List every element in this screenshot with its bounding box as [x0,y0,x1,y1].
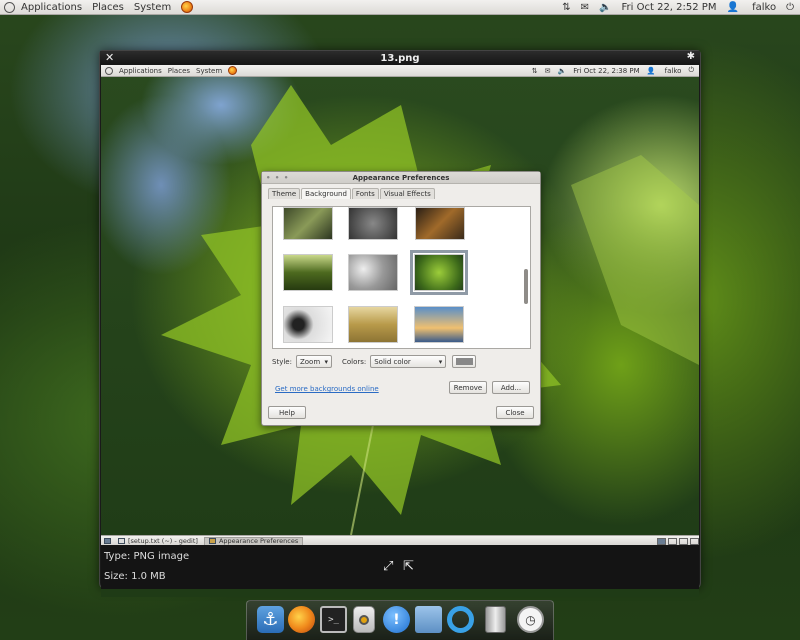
music-player-icon[interactable] [353,606,375,633]
taskbar-item-appearance-label: Appearance Preferences [218,537,299,545]
style-row: Style: Zoom ▾ Colors: Solid color ▾ [272,355,477,368]
power-icon[interactable]: ⏻ [786,2,794,13]
show-desktop-icon [104,538,111,544]
chevron-down-icon: ▾ [324,357,328,366]
style-value: Zoom [299,357,321,366]
wallpaper-thumb [348,207,398,240]
close-button-label: Close [505,408,525,417]
image-viewer-window: ✕ 13.png ✱ Applications Places System ⇅ … [99,50,701,597]
style-label: Style: [272,357,292,366]
dialog-title: Appearance Preferences [352,174,450,182]
menu-places[interactable]: Places [92,2,124,13]
dock: ⚓ >_ ! ◷ [246,600,554,640]
share-icon[interactable]: ⇱ [403,559,414,574]
inner-volume-icon: 🔈 [557,66,567,75]
inner-user: 👤 falko [646,66,682,75]
colors-select: Solid color ▾ [370,355,447,368]
gear-icon[interactable]: ✱ [687,51,695,62]
fullscreen-icon[interactable]: ⤢ [383,559,393,574]
tab-theme: Theme [268,188,301,199]
gallery-scrollbar [524,269,528,304]
workspace-2 [668,537,677,545]
clock-datetime[interactable]: Fri Oct 22, 2:52 PM [622,2,717,13]
background-gallery [272,206,531,349]
folder-icon[interactable] [415,606,442,633]
user-menu[interactable]: 👤 falko [726,2,776,13]
tab-background: Background [301,188,351,199]
appearance-icon [208,538,216,544]
add-button-label: Add... [500,383,522,392]
viewer-title: 13.png [380,52,420,64]
help-button-label: Help [279,408,295,417]
close-icon[interactable]: ✕ [105,51,114,64]
wallpaper-thumb [348,306,398,343]
wallpaper-thumb [348,254,398,291]
mail-icon[interactable]: ✉ [581,2,589,13]
ubuntu-logo-icon[interactable] [4,1,15,13]
remove-button: Remove [449,381,487,394]
viewer-info-bar: Type: PNG image Size: 1.0 MB ⤢ ⇱ [101,545,699,589]
ring-icon[interactable] [447,606,474,633]
wallpaper-thumb [283,207,333,240]
remove-button-label: Remove [453,383,483,392]
colors-value: Solid color [374,357,411,366]
wallpaper-thumb [283,254,333,291]
firefox-icon[interactable] [288,606,315,633]
image-size: Size: 1.0 MB [104,571,166,582]
firefox-launcher-icon[interactable] [181,1,194,13]
inner-ubuntu-logo-icon [105,66,113,75]
inner-top-panel: Applications Places System ⇅ ✉ 🔈 Fri Oct… [101,65,699,77]
inner-network-icon: ⇅ [531,66,538,75]
anchor-icon[interactable]: ⚓ [257,606,284,633]
wallpaper-thumb [415,207,465,240]
close-button: Close [496,406,534,419]
inner-firefox-icon [228,66,238,75]
menu-system[interactable]: System [134,2,171,13]
help-button: Help [268,406,306,419]
dialog-titlebar: • • • Appearance Preferences [262,172,540,184]
wallpaper-thumb [283,306,333,343]
clock-icon[interactable]: ◷ [517,606,544,633]
user-name: falko [752,1,777,13]
chevron-down-icon: ▾ [438,357,443,366]
workspace-3 [679,537,688,545]
colors-label: Colors: [341,357,367,366]
trash-icon[interactable] [485,606,506,633]
viewer-titlebar: ✕ 13.png ✱ [100,51,700,65]
window-controls-icon: • • • [266,174,290,182]
volume-icon[interactable]: 🔈 [599,2,611,13]
get-more-backgrounds-link: Get more backgrounds online [275,385,379,393]
trash-applet-icon [690,537,699,545]
network-arrows-icon[interactable]: ⇅ [562,2,570,13]
inner-mail-icon: ✉ [544,66,551,75]
screenshot-image: Applications Places System ⇅ ✉ 🔈 Fri Oct… [101,65,699,597]
inner-datetime: Fri Oct 22, 2:38 PM [573,66,640,75]
dialog-tabs: Theme Background Fonts Visual Effects [262,184,540,199]
inner-menu-system: System [196,66,223,75]
gedit-icon [118,538,125,544]
color-picker-button [452,355,477,368]
chat-icon[interactable]: ! [383,606,410,633]
menu-applications[interactable]: Applications [21,2,82,13]
workspace-switcher [655,537,699,545]
appearance-preferences-dialog: • • • Appearance Preferences Theme Backg… [261,171,541,426]
top-panel: Applications Places System ⇅ ✉ 🔈 Fri Oct… [0,0,800,15]
add-button: Add... [492,381,530,394]
tab-fonts: Fonts [351,188,379,199]
color-swatch [455,358,473,365]
inner-menu-places: Places [167,66,191,75]
style-select: Zoom ▾ [295,355,332,368]
tab-visual-effects: Visual Effects [379,188,435,199]
inner-menu-applications: Applications [119,66,162,75]
inner-user-name: falko [664,66,682,75]
wallpaper-thumb-selected [410,250,468,295]
workspace-1 [657,537,666,545]
image-type: Type: PNG image [104,551,190,562]
taskbar-item-gedit-label: [setup.txt (~) - gedit] [128,537,198,545]
wallpaper-thumb [414,306,464,343]
terminal-icon[interactable]: >_ [320,606,347,633]
inner-power-icon: ⏻ [688,66,694,74]
